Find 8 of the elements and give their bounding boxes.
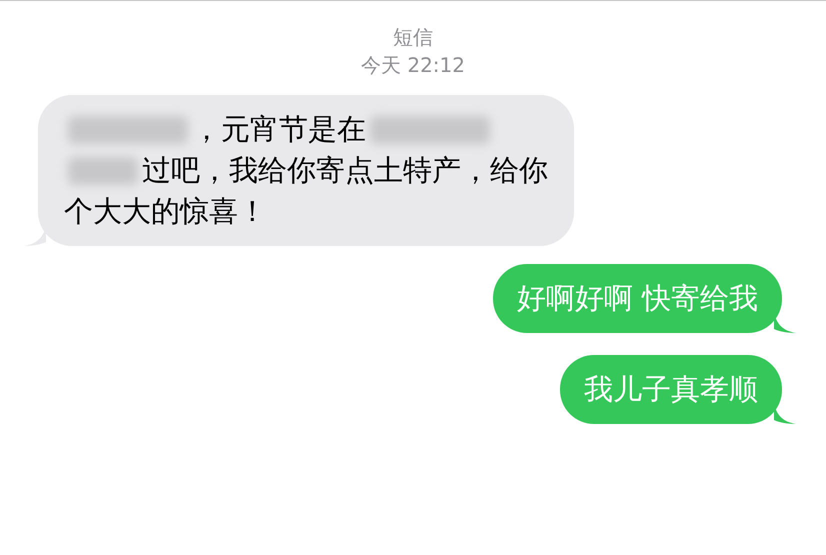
message-text: 我儿子真孝顺 [584,371,758,408]
message-text: 好啊好啊 快寄给我 [516,280,758,317]
timestamp: 今天 22:12 [361,53,465,77]
conversation-title: 短信 [393,25,433,49]
message-text: ，元宵节是在 [192,111,366,148]
message-text: 个大大的惊喜！ [64,193,267,230]
message-text: 过吧，我给你寄点土特产，给你 [142,152,548,189]
blurred-text [68,156,138,184]
